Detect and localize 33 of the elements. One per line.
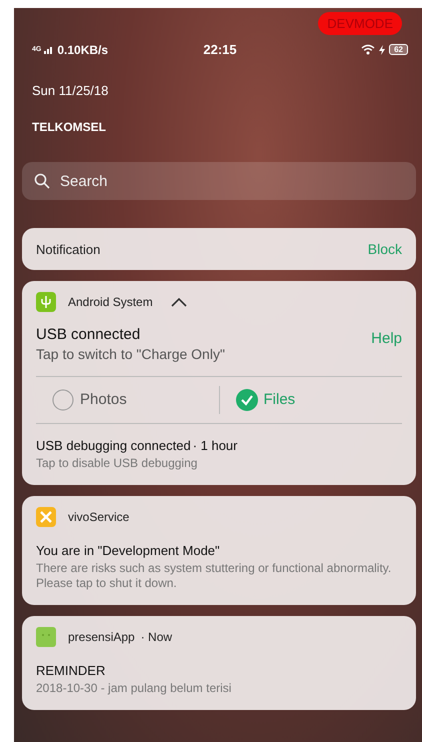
devmode-badge: DEVMODE bbox=[318, 12, 402, 35]
clock: 22:15 bbox=[203, 42, 237, 57]
signal-icon bbox=[44, 46, 54, 54]
date-text: Sun 11/25/18 bbox=[32, 83, 110, 98]
notification-title: You are in "Development Mode" bbox=[36, 542, 221, 558]
usb-app-icon bbox=[36, 292, 56, 312]
notification-text: Tap to disable USB debugging bbox=[36, 456, 198, 470]
notification-title: REMINDER bbox=[36, 662, 106, 678]
search-field[interactable]: Search bbox=[58, 172, 404, 190]
app-name: presensiApp bbox=[68, 630, 135, 644]
app-name: vivoService bbox=[68, 510, 130, 524]
notification-text: There are risks such as system stuttering or functional abnormality. Please tap to shut it down. bbox=[36, 560, 392, 590]
notification-label: Notification bbox=[36, 242, 100, 256]
notification-card[interactable]: presensiApp · Now REMINDER 2018-10-30 - jam pulang belum terisi bbox=[22, 616, 416, 710]
carrier-name: TELKOMSEL bbox=[32, 120, 107, 134]
notification-card[interactable]: Android System USB connected Tap to switch to "Charge Only" Help Photos Files USB debugging connected· 1 hour Tap to disable USB debugging bbox=[22, 281, 416, 484]
android-app-icon bbox=[36, 626, 56, 646]
notification-title: USB connected bbox=[36, 326, 142, 343]
network-speed: 0.10KB/s bbox=[57, 42, 108, 56]
usb-mode-option[interactable]: Photos bbox=[36, 388, 218, 410]
chevron-icon[interactable] bbox=[170, 298, 187, 306]
wifi-icon bbox=[361, 44, 376, 55]
notification-time: · Now bbox=[140, 630, 172, 644]
battery-level: 62 bbox=[389, 44, 408, 55]
notification-text: Tap to switch to "Charge Only" bbox=[36, 346, 225, 364]
search-field[interactable]: Search bbox=[22, 162, 416, 200]
notification-card[interactable]: vivoService You are in "Development Mode" There are risks such as system stuttering or functional abnormality. Please tap to shut it down. bbox=[22, 496, 416, 604]
search-icon bbox=[34, 173, 50, 189]
app-name: Android System bbox=[68, 295, 153, 309]
notification-title: USB debugging connected bbox=[36, 438, 191, 452]
tools-app-icon bbox=[36, 506, 56, 526]
notification-text: 2018-10-30 - jam pulang belum terisi bbox=[36, 680, 232, 696]
notification-time: · 1 hour bbox=[192, 438, 238, 452]
